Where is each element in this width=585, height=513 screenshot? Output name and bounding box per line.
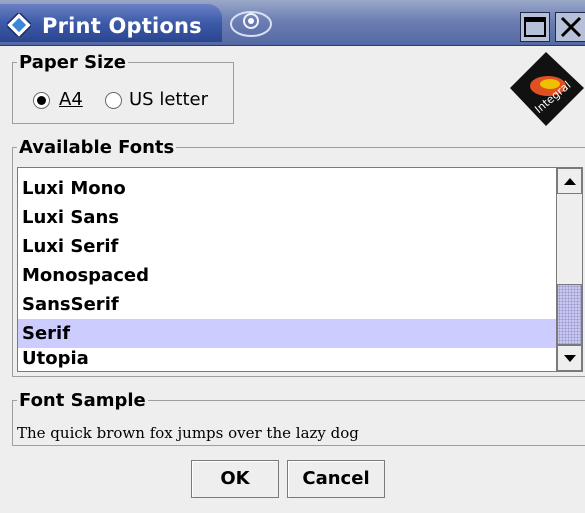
font-list-item[interactable]: Luxi Serif bbox=[18, 232, 556, 261]
font-list[interactable]: Luxi Mono Luxi Sans Luxi Serif Monospace… bbox=[17, 167, 583, 372]
font-list-item[interactable]: SansSerif bbox=[18, 290, 556, 319]
app-icon bbox=[7, 13, 31, 37]
arrow-down-icon bbox=[564, 355, 576, 362]
close-button[interactable] bbox=[555, 12, 585, 42]
title-bar[interactable]: Print Options bbox=[0, 0, 585, 46]
maximize-button[interactable] bbox=[520, 12, 550, 42]
font-sample-legend: Font Sample bbox=[17, 390, 148, 411]
scroll-up-button[interactable] bbox=[557, 168, 582, 194]
window-title: Print Options bbox=[42, 14, 202, 38]
close-icon bbox=[560, 16, 582, 38]
maximize-icon bbox=[524, 17, 546, 37]
font-sample-text: The quick brown fox jumps over the lazy … bbox=[17, 424, 359, 442]
font-list-item[interactable]: Luxi Sans bbox=[18, 203, 556, 232]
integral-logo: Integral bbox=[510, 52, 584, 126]
paper-size-legend: Paper Size bbox=[17, 52, 128, 73]
paper-size-us-letter-option[interactable]: US letter bbox=[105, 89, 230, 113]
font-list-item[interactable]: Luxi Mono bbox=[18, 174, 556, 203]
a4-label: A4 bbox=[59, 89, 83, 110]
a4-radio[interactable] bbox=[33, 92, 50, 109]
swirl-icon bbox=[230, 11, 272, 37]
us-letter-label: US letter bbox=[129, 89, 208, 110]
title-tab: Print Options bbox=[0, 4, 222, 42]
font-list-item[interactable]: Monospaced bbox=[18, 261, 556, 290]
font-list-item[interactable]: Utopia bbox=[18, 344, 556, 371]
cancel-button[interactable]: Cancel bbox=[287, 460, 385, 498]
font-list-scrollbar[interactable] bbox=[556, 168, 582, 371]
arrow-up-icon bbox=[564, 178, 576, 185]
ok-button[interactable]: OK bbox=[191, 460, 279, 498]
scrollbar-thumb[interactable] bbox=[557, 284, 582, 345]
us-letter-radio[interactable] bbox=[105, 92, 122, 109]
scroll-down-button[interactable] bbox=[557, 345, 582, 371]
available-fonts-legend: Available Fonts bbox=[17, 137, 177, 158]
paper-size-a4-option[interactable]: A4 bbox=[33, 89, 103, 113]
